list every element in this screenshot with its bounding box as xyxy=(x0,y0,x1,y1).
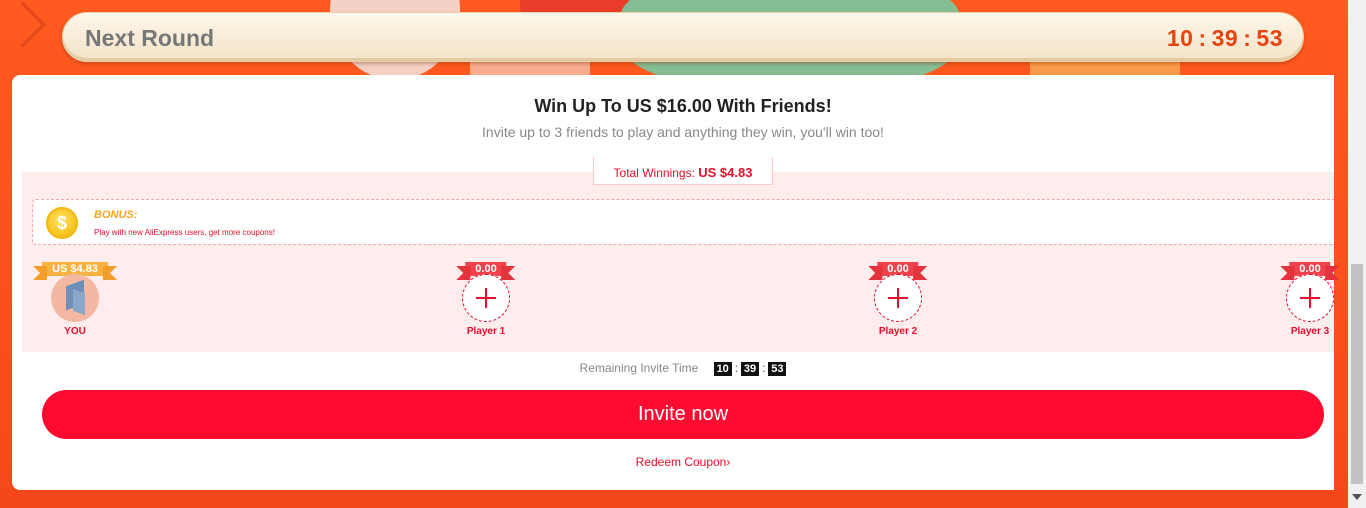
player-name: Player 1 xyxy=(466,326,506,337)
scroll-down-arrow-icon[interactable] xyxy=(1352,494,1362,500)
invite-now-button[interactable]: Invite now xyxy=(42,390,1324,439)
avatar-icon xyxy=(51,274,99,322)
timer-separator: : xyxy=(762,361,766,375)
avatar-graphic xyxy=(73,288,85,316)
remaining-seconds: 53 xyxy=(768,362,787,376)
timer-separator: : xyxy=(734,361,739,375)
coin-icon: $ xyxy=(46,207,78,239)
add-player-icon[interactable] xyxy=(874,274,922,322)
bonus-description: Play with new AliExpress users, get more… xyxy=(94,228,275,237)
invite-subline: Invite up to 3 friends to play and anyth… xyxy=(482,124,884,140)
chevron-right-icon: › xyxy=(726,455,731,469)
timer-hours: 10 xyxy=(1166,25,1194,51)
scrollbar-thumb[interactable] xyxy=(1351,264,1363,484)
player-name: Player 3 xyxy=(1290,326,1330,337)
background-arrow-icon xyxy=(0,1,46,48)
next-round-bar: Next Round 10:39:53 xyxy=(62,12,1304,62)
timer-minutes: 39 xyxy=(1211,25,1239,51)
redeem-coupon-link[interactable]: Redeem Coupon› xyxy=(12,455,1354,469)
remaining-hours: 10 xyxy=(713,362,732,376)
next-round-title: Next Round xyxy=(85,25,215,51)
invite-headline: Win Up To US $16.00 With Friends! xyxy=(534,96,832,116)
redeem-coupon-label: Redeem Coupon xyxy=(635,455,727,469)
timer-separator: : xyxy=(1243,25,1252,51)
add-player-icon[interactable] xyxy=(462,274,510,322)
total-winnings-label: Total Winnings: xyxy=(613,166,699,180)
player-name: YOU xyxy=(64,326,86,337)
total-winnings-value: US $4.83 xyxy=(698,165,753,180)
remaining-minutes: 39 xyxy=(741,362,760,376)
player-name: Player 2 xyxy=(878,326,918,337)
remaining-invite-time: Remaining Invite Time 10:39:53 xyxy=(12,361,1354,376)
total-winnings-box: Total Winnings: US $4.83 xyxy=(593,157,773,185)
invite-friends-card: Win Up To US $16.00 With Friends! Invite… xyxy=(12,75,1341,490)
add-player-icon[interactable] xyxy=(1286,274,1334,322)
timer-seconds: 53 xyxy=(1256,25,1283,51)
next-round-timer: 10:39:53 xyxy=(1167,25,1283,52)
timer-separator: : xyxy=(1198,25,1207,51)
remaining-invite-label: Remaining Invite Time xyxy=(579,361,699,375)
bonus-title: BONUS: xyxy=(94,209,138,221)
bonus-banner: $ BONUS: Play with new AliExpress users,… xyxy=(32,199,1334,245)
